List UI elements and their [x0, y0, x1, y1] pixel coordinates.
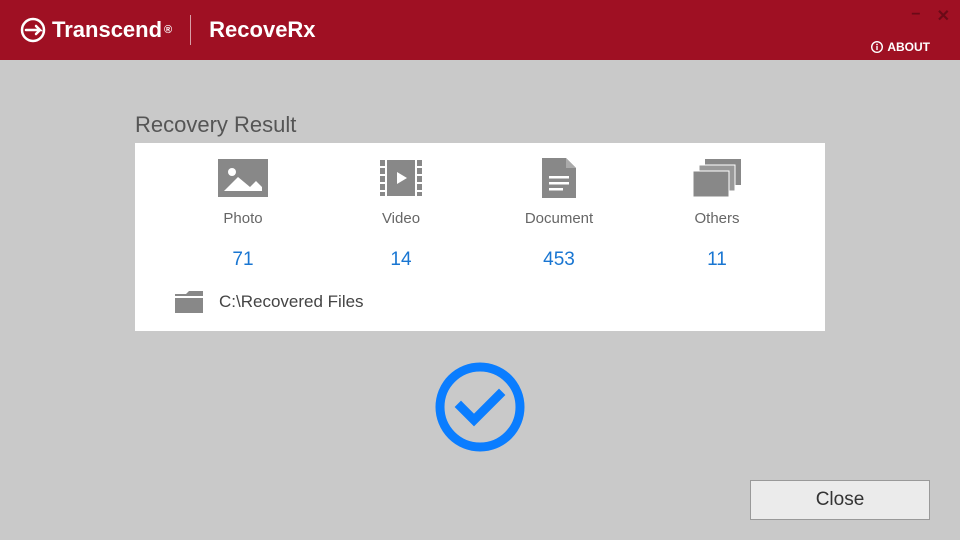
- recovery-path: C:\Recovered Files: [219, 292, 364, 312]
- result-count: 11: [707, 249, 727, 271]
- folder-icon: [175, 291, 203, 313]
- product-title: RecoveRx: [209, 17, 315, 43]
- video-icon: [380, 158, 422, 198]
- brand-text: Transcend: [52, 17, 162, 43]
- result-count: 71: [232, 249, 253, 271]
- brand-divider: [190, 15, 191, 45]
- result-label: Document: [525, 210, 593, 227]
- success-icon: [135, 361, 825, 453]
- others-icon: [693, 158, 741, 198]
- about-label: ABOUT: [887, 40, 930, 54]
- result-panel: Photo 71 Video 14: [135, 143, 825, 331]
- panel-title: Recovery Result: [135, 112, 825, 138]
- brand-logo: Transcend ®: [20, 17, 172, 43]
- content: Recovery Result Photo 71: [0, 112, 960, 453]
- close-button[interactable]: Close: [750, 480, 930, 520]
- close-window-button[interactable]: ✕: [937, 6, 950, 26]
- brand: Transcend ® RecoveRx: [0, 15, 316, 45]
- document-icon: [542, 158, 576, 198]
- result-count: 453: [543, 249, 575, 271]
- window-controls: − ✕: [911, 6, 950, 26]
- result-others: Others 11: [657, 158, 777, 271]
- transcend-logo-icon: [20, 17, 46, 43]
- result-video: Video 14: [341, 158, 461, 271]
- result-document: Document 453: [499, 158, 619, 271]
- recovery-path-row: C:\Recovered Files: [175, 291, 785, 313]
- result-photo: Photo 71: [183, 158, 303, 271]
- photo-icon: [218, 158, 268, 198]
- result-label: Video: [382, 210, 420, 227]
- result-label: Others: [694, 210, 739, 227]
- info-icon: [871, 41, 883, 53]
- result-count: 14: [390, 249, 411, 271]
- about-link[interactable]: ABOUT: [871, 40, 930, 54]
- result-label: Photo: [223, 210, 262, 227]
- registered-mark: ®: [164, 24, 172, 36]
- result-grid: Photo 71 Video 14: [175, 158, 785, 271]
- header: Transcend ® RecoveRx − ✕ ABOUT: [0, 0, 960, 60]
- minimize-button[interactable]: −: [911, 6, 920, 26]
